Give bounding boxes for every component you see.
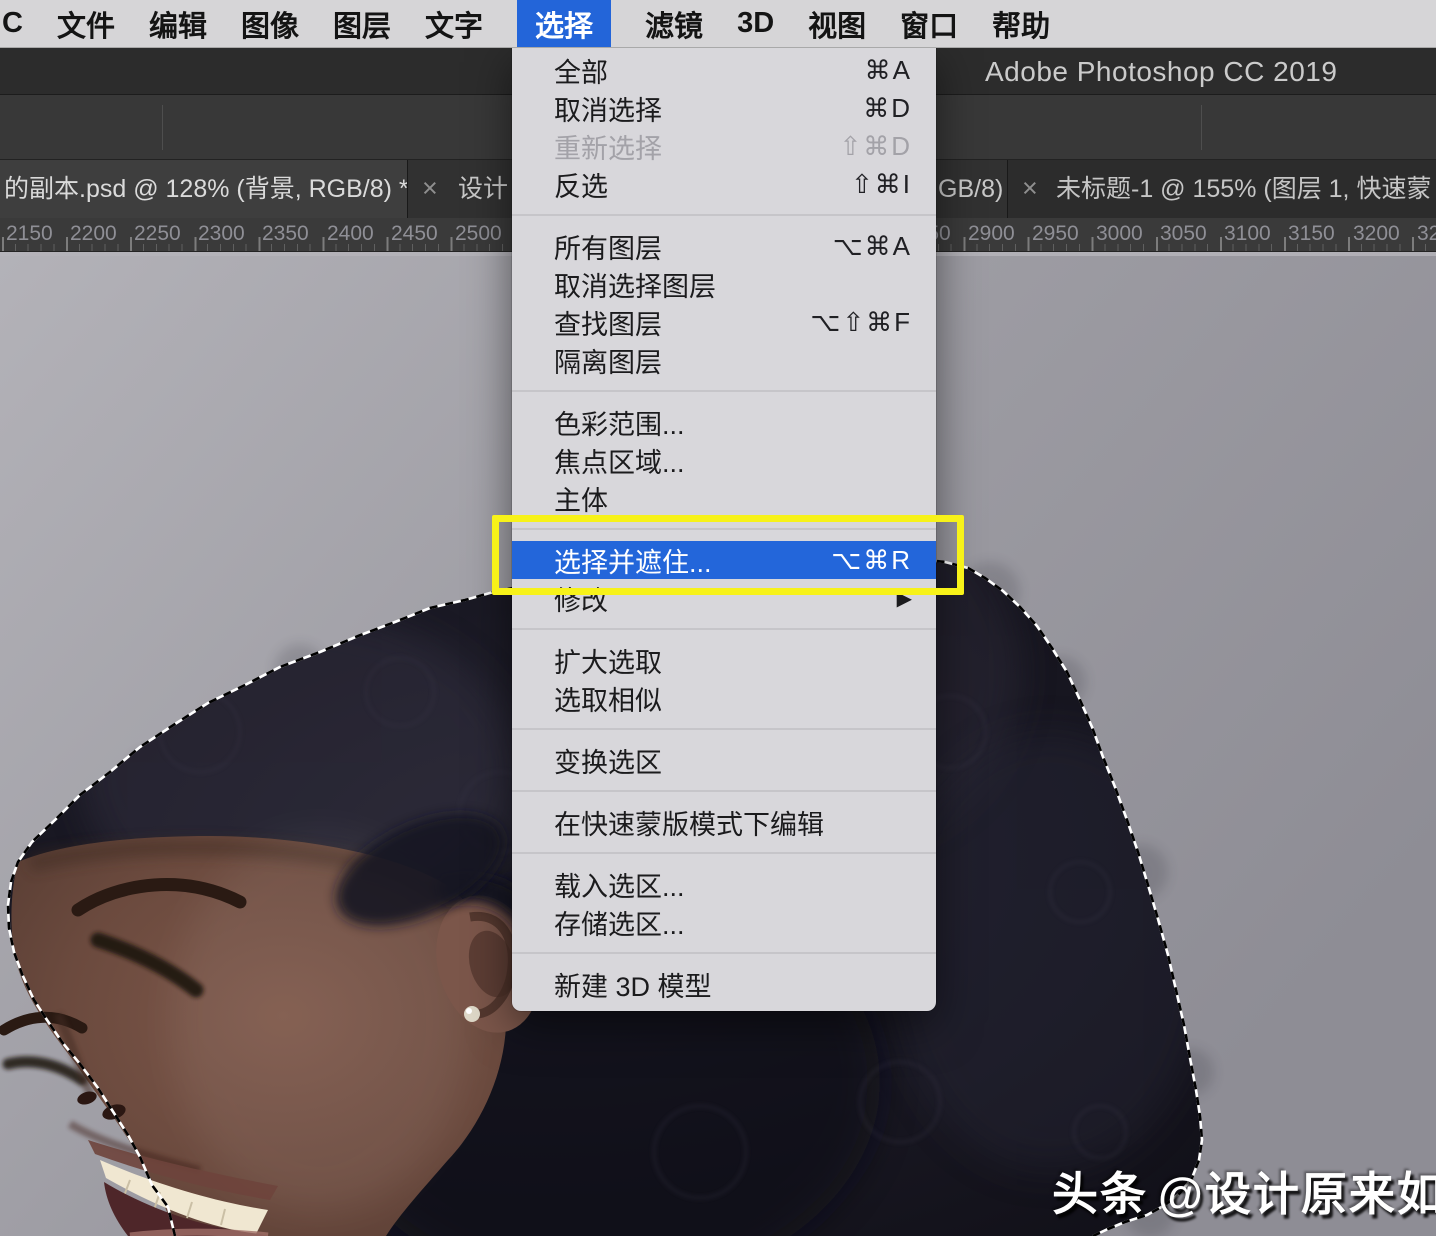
ruler-mark-label: 2500 [455, 222, 502, 246]
ruler-mark-label: 2450 [391, 222, 438, 246]
ruler-mark-label: 2150 [6, 222, 53, 246]
tab-title: 未标题-1 @ 155% (图层 1, 快速蒙 [1056, 160, 1431, 218]
menu-item[interactable] [512, 728, 936, 730]
ruler-mark-label: 2950 [1032, 222, 1079, 246]
menu-item[interactable] [512, 628, 936, 630]
menu-item[interactable]: 反选 ⇧⌘I [512, 165, 936, 203]
menu-item[interactable]: 焦点区域... [512, 441, 936, 479]
ruler-mark-label: 3200 [1353, 222, 1400, 246]
menu-item[interactable]: 变换选区 [512, 741, 936, 779]
menubar-item[interactable]: C [2, 0, 23, 47]
options-divider [162, 105, 163, 150]
menu-item[interactable]: 取消选择 ⌘D [512, 89, 936, 127]
watermark-badge: 头条 [1052, 1168, 1148, 1220]
ruler-mark-label: 3100 [1224, 222, 1271, 246]
menubar-item[interactable]: 选择 [517, 0, 611, 47]
menu-item[interactable]: 取消选择图层 [512, 265, 936, 303]
watermark-handle: @设计原来如此 [1158, 1168, 1436, 1220]
tab-close-icon[interactable]: × [1022, 160, 1038, 218]
menu-item[interactable]: 扩大选取 [512, 641, 936, 679]
menu-item[interactable] [512, 390, 936, 392]
menu-item[interactable] [512, 790, 936, 792]
menu-item[interactable]: 存储选区... [512, 903, 936, 941]
ruler-mark-label: 2300 [198, 222, 245, 246]
menubar-item[interactable]: 3D [737, 0, 774, 47]
menu-item[interactable]: 色彩范围... [512, 403, 936, 441]
options-divider [1201, 105, 1202, 150]
tab-title: 的副本.psd @ 128% (背景, RGB/8) * [4, 160, 408, 218]
ruler-mark-label: 3150 [1288, 222, 1335, 246]
menu-item[interactable]: 新建 3D 模型 [512, 965, 936, 1003]
menubar-item[interactable]: 滤镜 [645, 0, 703, 47]
tab-close-icon[interactable]: × [422, 160, 438, 218]
menubar-item[interactable]: 文件 [57, 0, 115, 47]
ruler-mark-label: 3050 [1160, 222, 1207, 246]
ruler-mark-label: 2400 [327, 222, 374, 246]
menu-item[interactable]: 全部 ⌘A [512, 51, 936, 89]
menu-item[interactable] [512, 852, 936, 854]
menu-item[interactable] [512, 952, 936, 954]
menubar-item[interactable]: 图层 [333, 0, 391, 47]
menu-item[interactable]: 查找图层 ⌥⇧⌘F [512, 303, 936, 341]
menu-item[interactable]: 重新选择 ⇧⌘D [512, 127, 936, 165]
tab-document-3[interactable]: × 未标题-1 @ 155% (图层 1, 快速蒙 [1008, 160, 1436, 218]
menu-item[interactable]: 隔离图层 [512, 341, 936, 379]
tab-document-1[interactable]: 的副本.psd @ 128% (背景, RGB/8) * [0, 160, 408, 218]
menu-item[interactable]: 选取相似 [512, 679, 936, 717]
ruler-mark-label: 3250 [1417, 222, 1436, 246]
annotation-highlight-box [492, 515, 964, 595]
app-title: Adobe Photoshop CC 2019 [985, 48, 1337, 95]
menubar-item[interactable]: 帮助 [992, 0, 1050, 47]
watermark: 头条@设计原来如此 [1052, 1158, 1436, 1224]
menubar-item[interactable]: 文字 [425, 0, 483, 47]
menu-item[interactable] [512, 214, 936, 216]
ruler-mark-label: 2900 [968, 222, 1015, 246]
ruler-mark-label: 3000 [1096, 222, 1143, 246]
menu-item[interactable]: 载入选区... [512, 865, 936, 903]
menu-bar: C 文件编辑图像图层文字选择滤镜 3D 视图窗口帮助 [0, 0, 1436, 48]
menubar-item[interactable]: 图像 [241, 0, 299, 47]
ruler-mark-label: 2200 [70, 222, 117, 246]
menubar-item[interactable]: 编辑 [149, 0, 207, 47]
menubar-item[interactable]: 视图 [808, 0, 866, 47]
ruler-mark-label: 2350 [262, 222, 309, 246]
menu-item[interactable]: 主体 [512, 479, 936, 517]
menu-item[interactable]: 在快速蒙版模式下编辑 [512, 803, 936, 841]
menu-item[interactable]: 所有图层 ⌥⌘A [512, 227, 936, 265]
tab-title-right: GB/8) [938, 160, 1003, 218]
ruler-mark-label: 2250 [134, 222, 181, 246]
tab-title: 设计 [458, 160, 508, 218]
photoshop-window: 头条@设计原来如此 Adobe Photoshop CC 2019 羽化: 0 … [0, 0, 1436, 1236]
menubar-item[interactable]: 窗口 [900, 0, 958, 47]
